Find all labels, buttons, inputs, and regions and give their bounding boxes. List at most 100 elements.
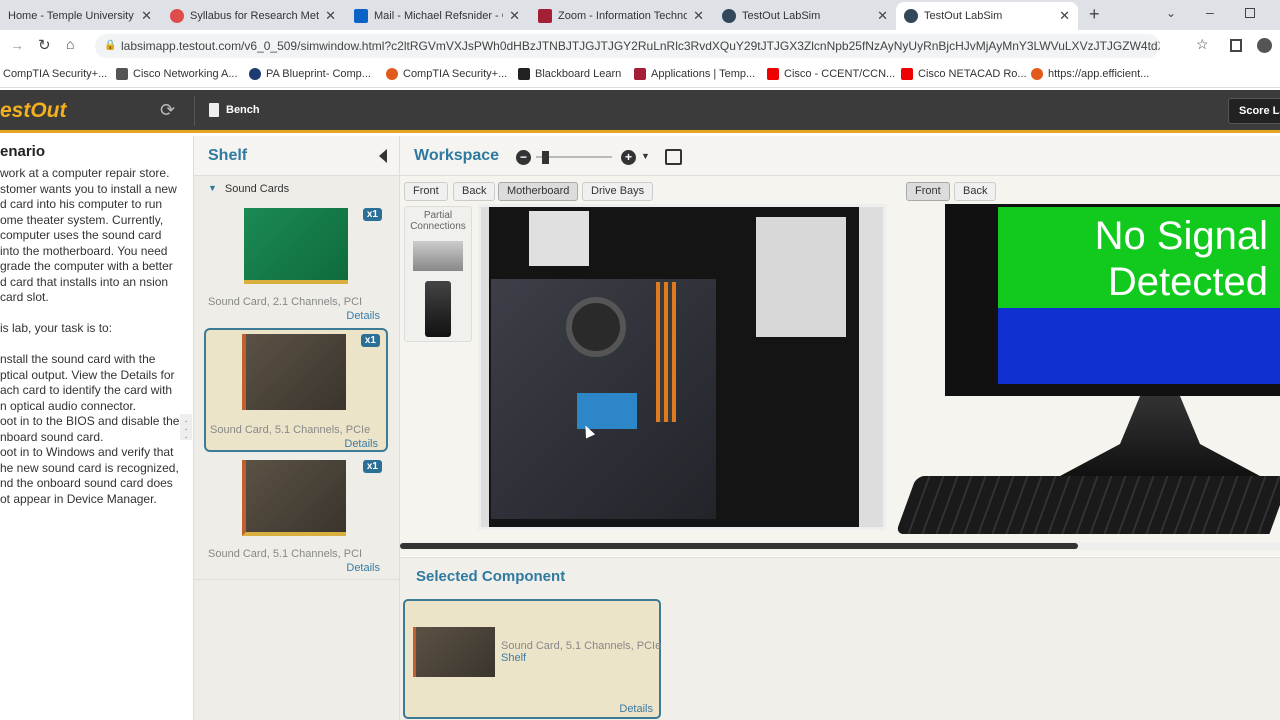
heatsink-image	[577, 393, 637, 429]
resize-handle[interactable]: · · ·	[180, 414, 192, 443]
monitor-screen-text: No Signal Detected	[998, 207, 1280, 308]
view-motherboard-button[interactable]: Motherboard	[498, 182, 579, 201]
monitor-front-button[interactable]: Front	[906, 182, 950, 201]
forward-icon[interactable]: →	[10, 37, 24, 53]
reload-icon[interactable]: ↻	[38, 36, 51, 54]
view-back-button[interactable]: Back	[453, 182, 496, 201]
minimize-icon[interactable]: –	[1206, 4, 1214, 20]
pcie-sound-card-image	[242, 334, 346, 410]
scenario-panel: enario work at a computer repair store. …	[0, 136, 193, 720]
selected-component-card[interactable]: Sound Card, 5.1 Channels, PCIe Shelf Det…	[403, 599, 661, 719]
outlook-icon	[354, 9, 368, 23]
scenario-text: work at a computer repair store. stomer …	[0, 166, 177, 304]
scenario-title: enario	[0, 143, 46, 160]
monitor-screen-blue	[998, 308, 1280, 384]
bookmark[interactable]: PA Blueprint- Comp...	[249, 68, 371, 80]
bookmark-icon	[1031, 68, 1043, 80]
sidebar-icon[interactable]	[1230, 39, 1242, 52]
browser-tab[interactable]: Mail - Michael Refsnider - C ✕	[346, 2, 528, 30]
scrollbar-thumb[interactable]	[400, 543, 1078, 549]
workspace-header: Workspace − + ▼	[400, 136, 1280, 176]
new-tab-icon[interactable]: +	[1089, 4, 1100, 25]
restore-icon[interactable]	[1245, 8, 1255, 18]
zoom-slider-thumb[interactable]	[542, 151, 549, 164]
monitor-back-button[interactable]: Back	[954, 182, 997, 201]
zoom-out-icon[interactable]: −	[516, 150, 531, 165]
close-icon[interactable]: ✕	[877, 8, 888, 24]
temple-icon	[634, 68, 646, 80]
monitor-image[interactable]: No Signal Detected	[945, 204, 1280, 396]
collapse-icon[interactable]	[379, 149, 387, 163]
browser-tab[interactable]: Zoom - Information Techno ✕	[530, 2, 712, 30]
details-link[interactable]: Details	[619, 703, 653, 715]
power-supply-image[interactable]	[413, 241, 463, 271]
home-icon[interactable]: ⌂	[66, 36, 74, 52]
browser-tab-active[interactable]: TestOut LabSim ✕	[896, 2, 1078, 30]
bookmark-icon	[249, 68, 261, 80]
shelf-item[interactable]: x1 Sound Card, 2.1 Channels, PCI Details	[204, 204, 388, 324]
bench-icon	[209, 103, 219, 117]
pcie-sound-card-image	[413, 627, 495, 677]
memory-slots-image	[656, 282, 676, 422]
shelf-item-selected[interactable]: x1 Sound Card, 5.1 Channels, PCIe Detail…	[204, 328, 388, 452]
chevron-down-icon[interactable]: ⌄	[1166, 6, 1176, 20]
details-link[interactable]: Details	[346, 310, 380, 322]
drive-bay-image	[756, 217, 846, 337]
selected-component-title: Selected Component	[416, 568, 566, 585]
bookmark[interactable]: Applications | Temp...	[634, 68, 755, 80]
drive-image[interactable]	[425, 281, 451, 337]
testout-logo: estOut	[0, 99, 67, 122]
category-sound-cards[interactable]: ▼ Sound Cards	[208, 183, 289, 195]
triangle-down-icon: ▼	[208, 183, 217, 193]
bookmark[interactable]: CompTIA Security+...	[386, 68, 507, 80]
close-icon[interactable]: ✕	[325, 8, 336, 24]
component-name: Sound Card, 5.1 Channels, PCIe	[501, 640, 662, 652]
score-lab-button[interactable]: Score La	[1228, 98, 1280, 124]
shelf-title: Shelf	[208, 147, 248, 164]
app-header: estOut ⟳ Bench Score La	[0, 90, 1280, 133]
shelf-header: Shelf	[194, 136, 399, 176]
horizontal-scrollbar[interactable]	[400, 542, 1280, 550]
close-icon[interactable]: ✕	[141, 8, 152, 24]
lock-icon: 🔒	[104, 40, 117, 51]
bench-button[interactable]: Bench	[226, 104, 260, 116]
partial-connections-panel: Partial Connections	[404, 206, 472, 342]
psu-image	[529, 211, 589, 266]
bookmark[interactable]: Cisco NETACAD Ro...	[901, 68, 1027, 80]
view-front-button[interactable]: Front	[404, 182, 448, 201]
chevron-down-icon[interactable]: ▼	[641, 151, 650, 161]
partial-connections-label: Partial Connections	[410, 210, 466, 232]
component-location: Shelf	[501, 652, 527, 664]
zoom-in-icon[interactable]: +	[621, 150, 636, 165]
pci-sound-card-image	[244, 208, 348, 284]
browser-tab[interactable]: Home - Temple University P ✕	[0, 2, 160, 30]
refresh-icon[interactable]: ⟳	[160, 100, 175, 121]
bookmark[interactable]: Cisco Networking A...	[116, 68, 238, 80]
browser-tab-bar: Home - Temple University P ✕ Syllabus for…	[0, 0, 1280, 30]
profile-icon[interactable]	[1257, 38, 1272, 53]
keyboard-image[interactable]	[895, 476, 1280, 534]
details-link[interactable]: Details	[346, 562, 380, 574]
computer-case-motherboard-view[interactable]	[478, 204, 886, 530]
details-link[interactable]: Details	[344, 438, 378, 450]
favicon-icon	[170, 9, 184, 23]
testout-icon	[904, 9, 918, 23]
monitor-stand	[1060, 396, 1260, 476]
star-icon[interactable]: ☆	[1196, 36, 1209, 53]
close-icon[interactable]: ✕	[693, 8, 704, 24]
task-item: oot in to Windows and verify that he new…	[0, 445, 179, 506]
shelf-panel: Shelf ▼ Sound Cards x1 Sound Card, 2.1 Ch…	[193, 136, 400, 720]
view-drive-bays-button[interactable]: Drive Bays	[582, 182, 654, 201]
bookmark[interactable]: Blackboard Learn	[518, 68, 621, 80]
close-icon[interactable]: ✕	[1059, 8, 1070, 24]
bookmark[interactable]: https://app.efficient...	[1031, 68, 1149, 80]
youtube-icon	[901, 68, 913, 80]
fit-screen-icon[interactable]	[665, 149, 682, 165]
browser-tab[interactable]: Syllabus for Research Meth ✕	[162, 2, 344, 30]
shelf-item[interactable]: x1 Sound Card, 5.1 Channels, PCI Details	[204, 456, 388, 576]
url-input[interactable]: 🔒 labsimapp.testout.com/v6_0_509/simwindo…	[95, 34, 1160, 58]
browser-tab[interactable]: TestOut LabSim ✕	[714, 2, 896, 30]
bookmark[interactable]: Cisco - CCENT/CCN...	[767, 68, 895, 80]
close-icon[interactable]: ✕	[509, 8, 520, 24]
bookmark[interactable]: CompTIA Security+...	[3, 68, 107, 80]
